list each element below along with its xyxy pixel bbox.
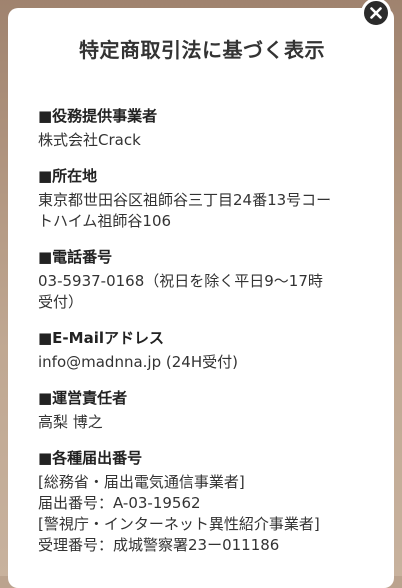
section-heading: ■運営責任者 (38, 389, 128, 407)
section-service-provider: ■役務提供事業者 株式会社Crack (38, 105, 366, 151)
section-registration-numbers: ■各種届出番号 [総務省・届出電気通信事業者] 届出番号：A-03-19562 … (38, 447, 366, 556)
section-heading: ■E-Mailアドレス (38, 329, 164, 347)
section-email: ■E-Mailアドレス info@madnna.jp (24H受付) (38, 327, 366, 373)
email-link[interactable]: info@madnna.jp (24H受付) (38, 352, 366, 373)
section-text: 届出番号：A-03-19562 (38, 494, 201, 512)
section-text: 株式会社Crack (38, 131, 141, 149)
section-heading: ■各種届出番号 (38, 449, 143, 467)
section-text: [警視庁・インターネット異性紹介事業者] (38, 515, 320, 533)
section-text: トハイム祖師谷106 (38, 212, 172, 230)
section-heading: ■所在地 (38, 167, 98, 185)
section-text: [総務省・届出電気通信事業者] (38, 473, 245, 491)
section-phone: ■電話番号 03-5937-0168（祝日を除く平日9〜17時 受付） (38, 246, 366, 313)
section-text: 高梨 博之 (38, 413, 103, 431)
section-text: 受付） (38, 293, 84, 311)
close-icon (370, 7, 382, 19)
section-text: 受理番号：成城警察署23ー011186 (38, 536, 280, 554)
section-text: 東京都世田谷区祖師谷三丁目24番13号コー (38, 191, 332, 209)
section-heading: ■役務提供事業者 (38, 107, 158, 125)
section-heading: ■電話番号 (38, 248, 113, 266)
modal-title: 特定商取引法に基づく表示 (79, 38, 325, 62)
section-address: ■所在地 東京都世田谷区祖師谷三丁目24番13号コー トハイム祖師谷106 (38, 165, 366, 232)
section-manager: ■運営責任者 高梨 博之 (38, 387, 366, 433)
legal-notice-modal: 特定商取引法に基づく表示 ■役務提供事業者 株式会社Crack ■所在地 東京都… (8, 8, 394, 588)
section-text: 03-5937-0168（祝日を除く平日9〜17時 (38, 272, 323, 290)
